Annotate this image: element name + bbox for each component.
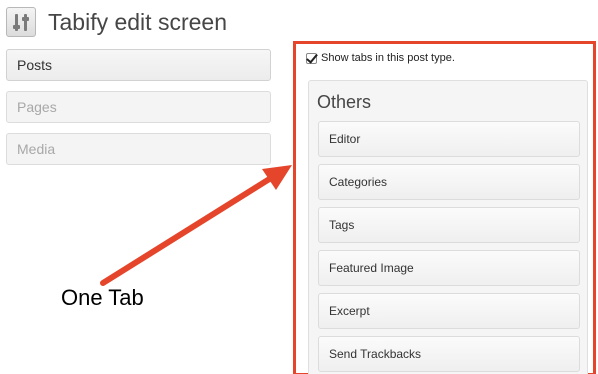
show-tabs-option: Show tabs in this post type. — [306, 52, 455, 64]
metabox-item-editor[interactable]: Editor — [318, 121, 580, 157]
metabox-item-featured-image[interactable]: Featured Image — [318, 250, 580, 286]
post-type-list: Posts Pages Media — [6, 49, 271, 175]
post-type-item-posts[interactable]: Posts — [6, 49, 271, 81]
settings-sliders-icon — [6, 7, 36, 37]
metabox-item-send-trackbacks[interactable]: Send Trackbacks — [318, 336, 580, 372]
page-title: Tabify edit screen — [48, 8, 227, 35]
annotation-label: One Tab — [61, 285, 144, 310]
metabox-item-excerpt[interactable]: Excerpt — [318, 293, 580, 329]
post-type-item-pages[interactable]: Pages — [6, 91, 271, 123]
annotation-arrow-line — [100, 175, 274, 286]
tab-box: Others Editor Categories Tags Featured I… — [308, 80, 588, 374]
show-tabs-label: Show tabs in this post type. — [321, 52, 455, 64]
metabox-item-categories[interactable]: Categories — [318, 164, 580, 200]
show-tabs-checkbox[interactable] — [306, 52, 317, 64]
metabox-list: Editor Categories Tags Featured Image Ex… — [318, 121, 580, 374]
tab-title[interactable]: Others — [317, 92, 371, 113]
metabox-item-tags[interactable]: Tags — [318, 207, 580, 243]
page-header: Tabify edit screen — [6, 6, 227, 38]
post-type-item-media[interactable]: Media — [6, 133, 271, 165]
